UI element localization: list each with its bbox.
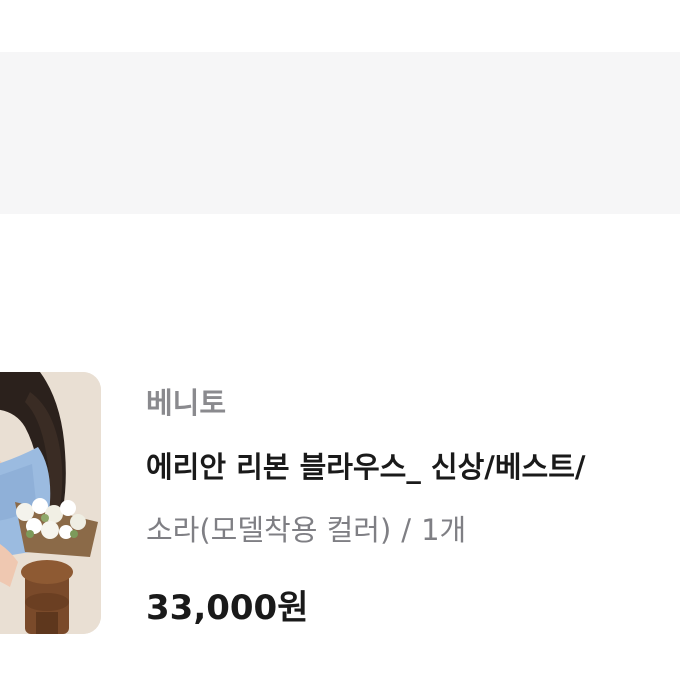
order-item-card[interactable]: 베니토 에리안 리본 블라우스_ 신상/베스트/ 소라(모델착용 컬러)/1개 … [0, 372, 680, 634]
option-quantity: 1개 [421, 513, 467, 547]
product-photo-icon [0, 372, 101, 634]
option-color: 소라(모델착용 컬러) [146, 513, 392, 547]
top-banner-area [0, 52, 680, 214]
product-option: 소라(모델착용 컬러) / 1개 [146, 507, 466, 549]
product-thumbnail[interactable] [0, 372, 101, 634]
brand-name[interactable]: 베니토 [146, 380, 226, 422]
product-price: 33,000원 [146, 588, 309, 628]
order-item-info: 베니토 에리안 리본 블라우스_ 신상/베스트/ 소라(모델착용 컬러)/1개 … [146, 372, 680, 634]
option-separator: / [401, 513, 412, 547]
order-page: 베니토 에리안 리본 블라우스_ 신상/베스트/ 소라(모델착용 컬러)/1개 … [0, 0, 680, 680]
product-title[interactable]: 에리안 리본 블라우스_ 신상/베스트/ [146, 444, 586, 486]
